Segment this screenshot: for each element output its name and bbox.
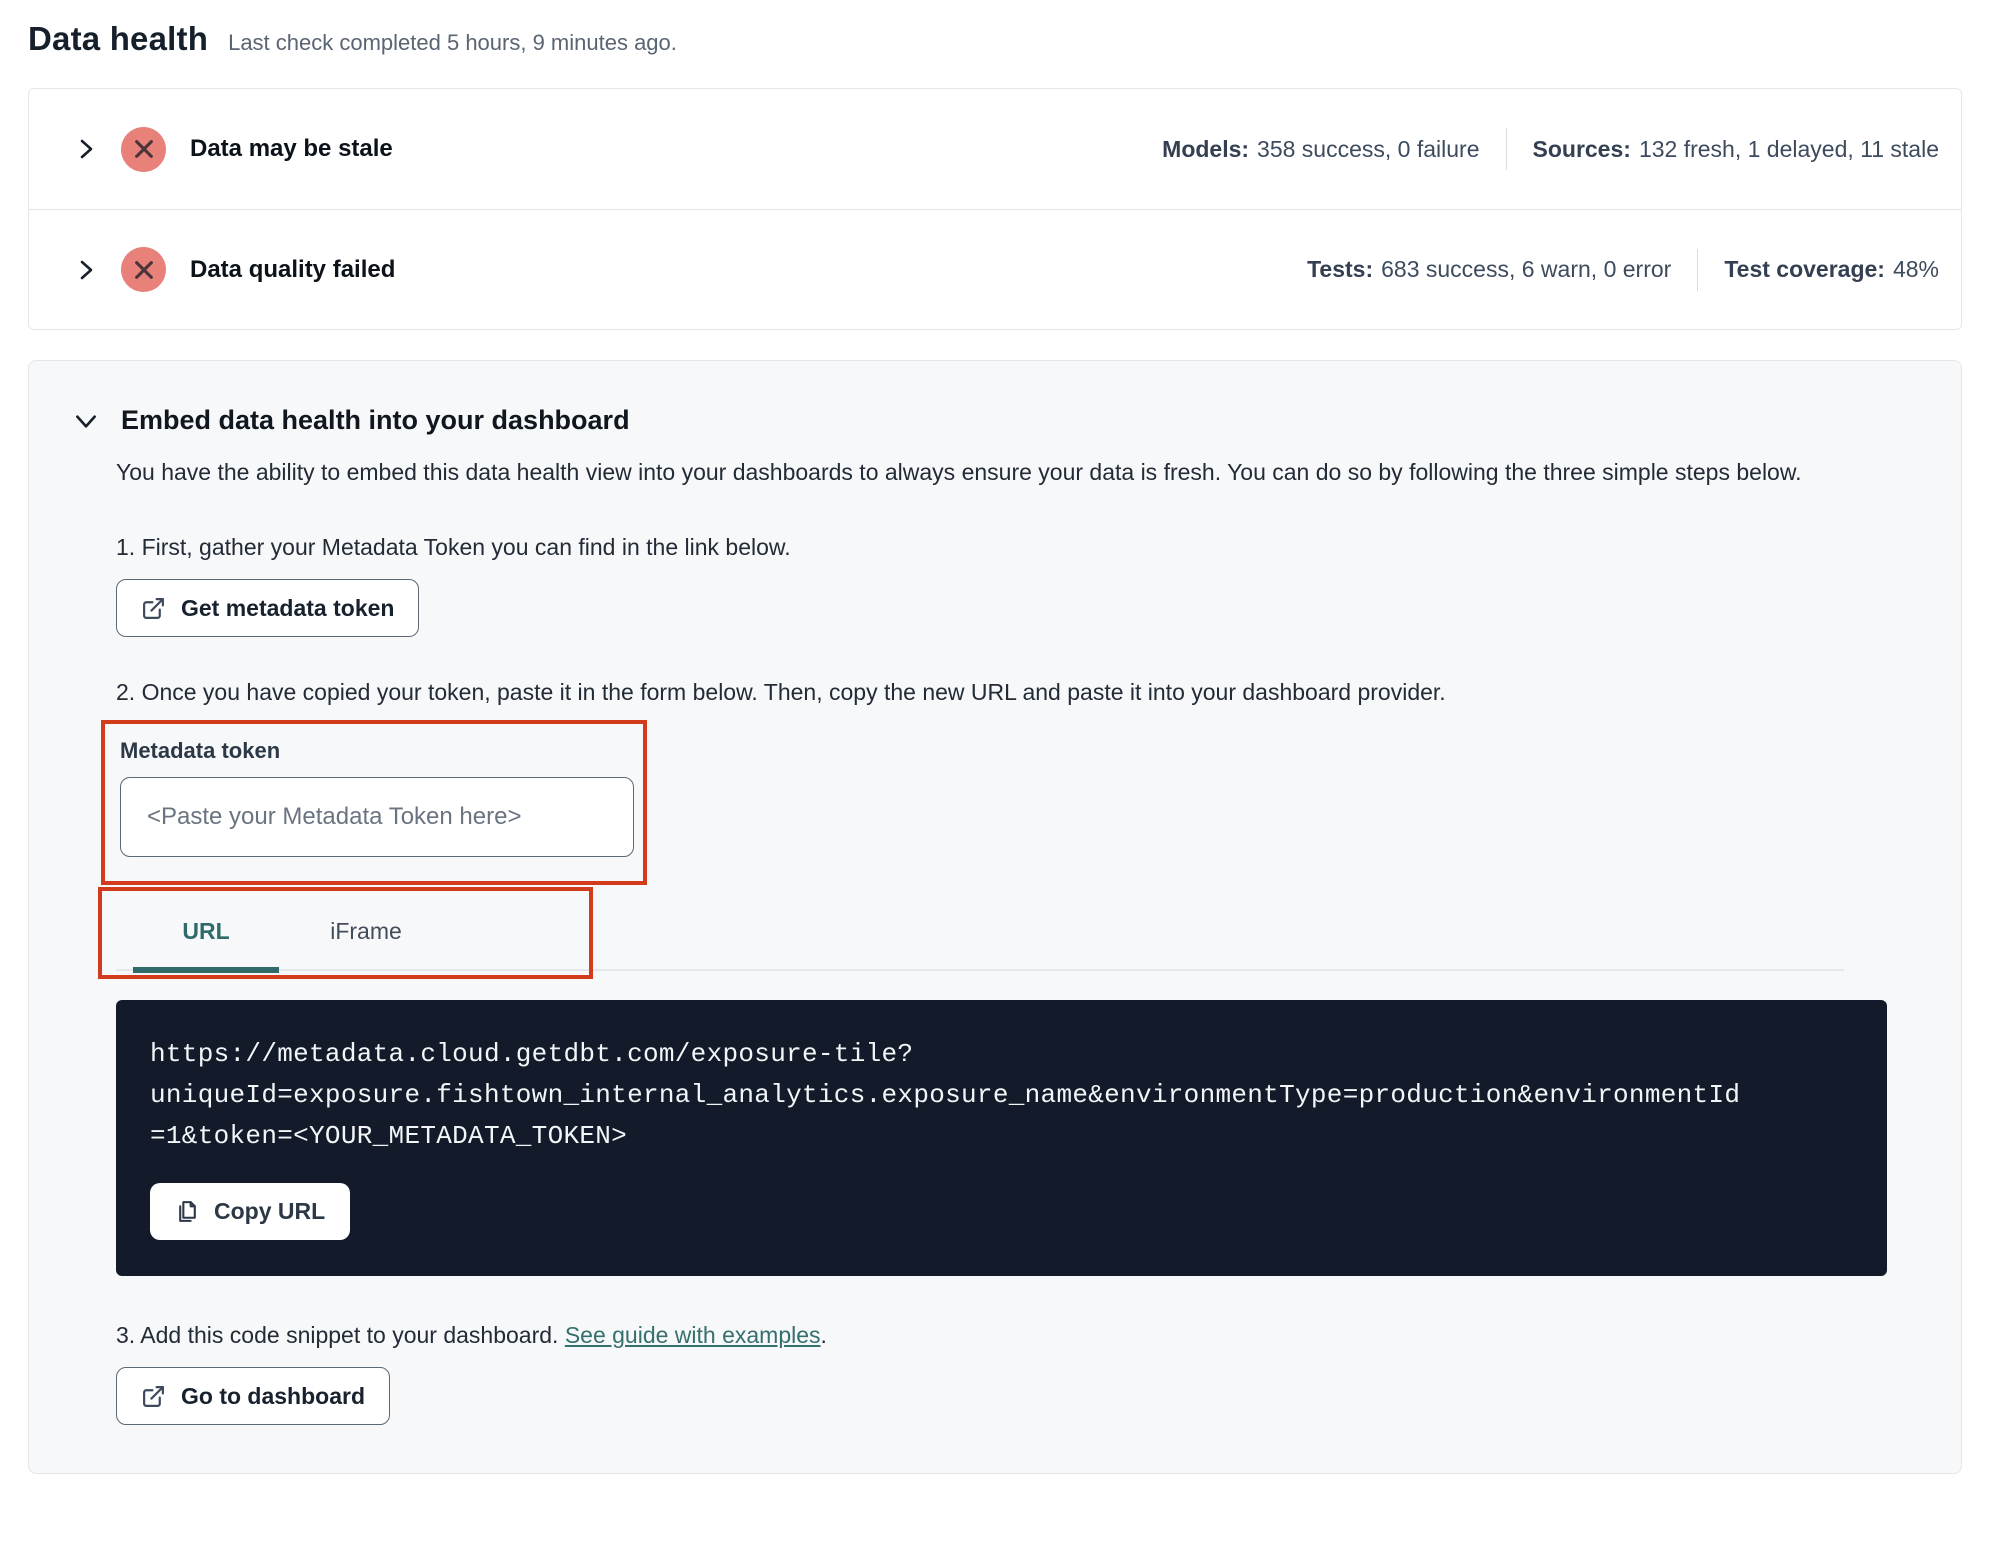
step-2-text: 2. Once you have copied your token, past… xyxy=(116,679,1446,705)
status-row-data-quality[interactable]: Data quality failed Tests: 683 success, 6… xyxy=(29,209,1961,329)
page-header: Data health Last check completed 5 hours… xyxy=(0,0,1990,58)
embed-url-code-block: https://metadata.cloud.getdbt.com/exposu… xyxy=(116,1000,1887,1276)
status-row-data-stale[interactable]: Data may be stale Models: 358 success, 0 … xyxy=(29,89,1961,209)
copy-icon xyxy=(175,1199,200,1224)
copy-url-button[interactable]: Copy URL xyxy=(150,1183,351,1240)
test-coverage-stat: Test coverage: 48% xyxy=(1724,256,1939,283)
metadata-token-label: Metadata token xyxy=(120,738,281,763)
embed-section: Embed data health into your dashboard Yo… xyxy=(28,360,1962,1474)
embed-section-body: You have the ability to embed this data … xyxy=(73,452,1887,1425)
get-metadata-token-button[interactable]: Get metadata token xyxy=(116,579,420,637)
last-check-status: Last check completed 5 hours, 9 minutes … xyxy=(228,30,677,55)
models-stat: Models: 358 success, 0 failure xyxy=(1162,136,1479,163)
stat-divider xyxy=(1697,248,1699,291)
go-to-dashboard-label: Go to dashboard xyxy=(181,1382,365,1409)
status-card: Data may be stale Models: 358 success, 0 … xyxy=(28,88,1962,330)
embed-section-header[interactable]: Embed data health into your dashboard xyxy=(73,405,1905,436)
embed-url-line-1: https://metadata.cloud.getdbt.com/exposu… xyxy=(150,1039,914,1069)
get-metadata-token-label: Get metadata token xyxy=(181,594,395,621)
output-format-tabs: URL iFrame xyxy=(98,887,1844,981)
see-guide-link[interactable]: See guide with examples xyxy=(565,1322,821,1348)
chevron-right-icon[interactable] xyxy=(73,136,99,162)
tests-stat-value: 683 success, 6 warn, 0 error xyxy=(1381,256,1672,282)
step-1-text: 1. First, gather your Metadata Token you… xyxy=(116,534,791,560)
tests-stat-label: Tests: xyxy=(1307,256,1374,282)
embed-url-line-2: uniqueId=exposure.fishtown_internal_anal… xyxy=(150,1080,1741,1110)
embed-description: You have the ability to embed this data … xyxy=(116,459,1802,485)
status-row-title: Data quality failed xyxy=(190,255,396,283)
sources-stat-value: 132 fresh, 1 delayed, 11 stale xyxy=(1638,135,1939,162)
models-stat-value: 358 success, 0 failure xyxy=(1257,135,1480,162)
embed-url-line-3: =1&token=<YOUR_METADATA_TOKEN> xyxy=(150,1121,628,1151)
token-field-annotation-box: Metadata token xyxy=(101,720,647,885)
test-coverage-stat-value: 48% xyxy=(1892,256,1939,282)
go-to-dashboard-button[interactable]: Go to dashboard xyxy=(116,1367,390,1425)
models-stat-label: Models: xyxy=(1162,135,1250,162)
tests-stat: Tests: 683 success, 6 warn, 0 error xyxy=(1307,256,1671,283)
metadata-token-input[interactable] xyxy=(120,777,634,857)
stat-divider xyxy=(1505,128,1507,170)
step-3-suffix: . xyxy=(820,1322,827,1348)
sources-stat-label: Sources: xyxy=(1532,135,1631,162)
tabs-strip: URL iFrame xyxy=(116,893,1844,973)
tab-iframe[interactable]: iFrame xyxy=(293,893,439,969)
external-link-icon xyxy=(141,1384,166,1409)
chevron-right-icon[interactable] xyxy=(73,257,99,283)
step-3-prefix: 3. Add this code snippet to your dashboa… xyxy=(116,1322,565,1348)
status-row-title: Data may be stale xyxy=(190,135,393,162)
tab-url[interactable]: URL xyxy=(133,893,279,973)
status-row-stats: Tests: 683 success, 6 warn, 0 error Test … xyxy=(1307,248,1939,291)
embed-section-title: Embed data health into your dashboard xyxy=(121,405,630,435)
error-x-circle-icon xyxy=(121,247,166,292)
external-link-icon xyxy=(141,596,166,621)
status-row-stats: Models: 358 success, 0 failure Sources: 13… xyxy=(1162,128,1939,170)
sources-stat: Sources: 132 fresh, 1 delayed, 11 stale xyxy=(1533,136,1940,163)
copy-url-label: Copy URL xyxy=(214,1198,326,1224)
chevron-down-icon[interactable] xyxy=(73,408,99,434)
page-title: Data health xyxy=(28,20,209,57)
step-3-text: 3. Add this code snippet to your dashboa… xyxy=(116,1322,1844,1349)
test-coverage-stat-label: Test coverage: xyxy=(1724,256,1885,282)
error-x-circle-icon xyxy=(121,126,166,172)
